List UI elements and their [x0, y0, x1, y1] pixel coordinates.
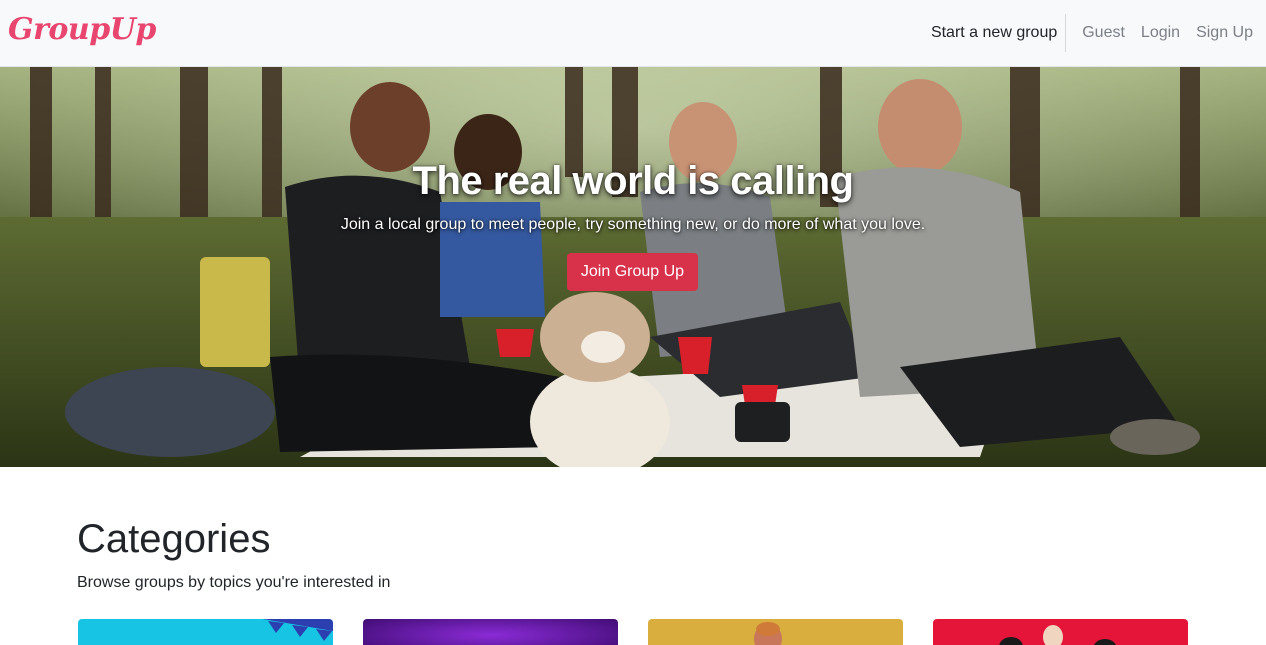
- categories-heading: Categories: [77, 517, 271, 561]
- categories-subheading: Browse groups by topics you're intereste…: [77, 574, 391, 591]
- hero-banner: The real world is calling Join a local g…: [0, 67, 1266, 467]
- hero-subtitle: Join a local group to meet people, try s…: [340, 216, 926, 233]
- login-link[interactable]: Login: [1125, 24, 1180, 42]
- hero-title: The real world is calling: [412, 159, 854, 203]
- start-new-group-link[interactable]: Start a new group: [931, 24, 1065, 42]
- navbar: GroupUp Start a new group Guest Login Si…: [0, 0, 1266, 67]
- join-group-up-button[interactable]: Join Group Up: [567, 253, 698, 291]
- category-card-1-image: [78, 619, 333, 645]
- guest-link[interactable]: Guest: [1066, 24, 1125, 42]
- category-card-3-image: [648, 619, 903, 645]
- navbar-links: Start a new group Guest Login Sign Up: [931, 0, 1253, 66]
- category-card-3[interactable]: [648, 619, 903, 645]
- signup-link[interactable]: Sign Up: [1180, 24, 1253, 42]
- category-card-1[interactable]: [78, 619, 333, 645]
- category-card-4[interactable]: [933, 619, 1188, 645]
- category-card-2[interactable]: [363, 619, 618, 645]
- category-card-4-image: [933, 619, 1188, 645]
- brand-logo[interactable]: GroupUp: [8, 12, 156, 47]
- category-card-2-image: [363, 619, 618, 645]
